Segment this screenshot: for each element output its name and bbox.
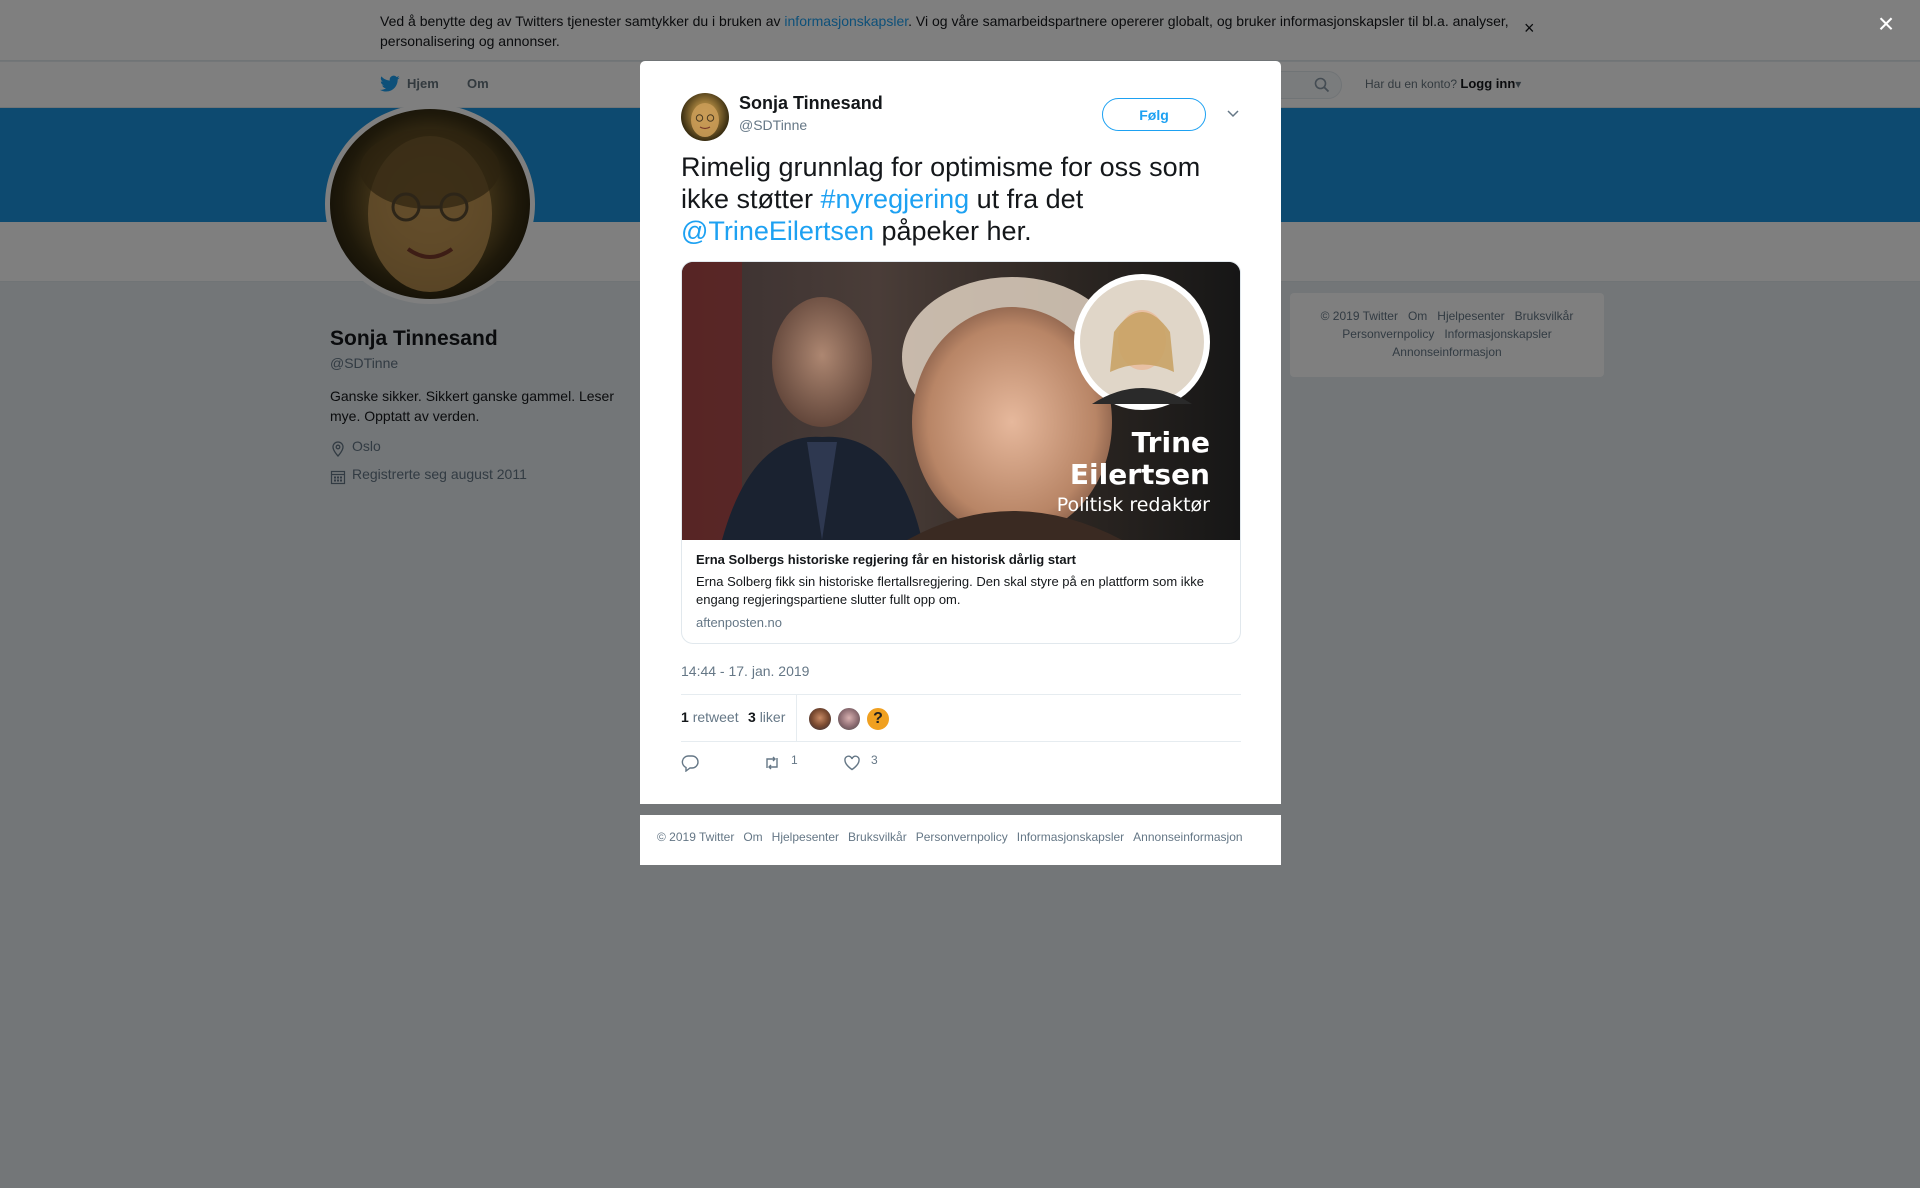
card-image-name-line-1: Trine — [1132, 426, 1210, 459]
retweet-action-count: 1 — [791, 753, 798, 767]
card-image-name-line-2: Eilertsen — [1070, 458, 1210, 491]
card-image-photo: Trine Eilertsen Politisk redaktør — [682, 262, 1240, 540]
footer-link-about[interactable]: Om — [743, 830, 762, 844]
tweet-text: Rimelig grunnlag for optimisme for oss s… — [681, 151, 1241, 247]
footer-link-help[interactable]: Hjelpesenter — [772, 830, 839, 844]
footer-link-ads-info[interactable]: Annonseinformasjon — [1133, 830, 1242, 844]
tweet-timestamp[interactable]: 14:44 - 17. jan. 2019 — [681, 663, 809, 679]
retweet-stat-value: 1 — [681, 709, 689, 725]
card-domain: aftenposten.no — [696, 615, 783, 630]
retweet-stat-label: retweet — [692, 709, 739, 725]
liker-avatar[interactable] — [837, 707, 861, 731]
hashtag-link[interactable]: #nyregjering — [821, 184, 970, 214]
liker-avatar[interactable] — [808, 707, 832, 731]
close-icon[interactable]: × — [1874, 10, 1898, 38]
footer-link-cookies[interactable]: Informasjonskapsler — [1017, 830, 1124, 844]
card-image[interactable]: Trine Eilertsen Politisk redaktør — [682, 262, 1240, 540]
tweet-modal: Sonja Tinnesand @SDTinne Følg Rimelig gr… — [640, 61, 1281, 804]
footer-link-privacy[interactable]: Personvernpolicy — [916, 830, 1008, 844]
reply-icon[interactable] — [681, 754, 699, 772]
tweet-stats: 1 retweet 3 liker ? — [681, 694, 1241, 742]
author-handle[interactable]: @SDTinne — [739, 117, 807, 133]
retweet-icon[interactable] — [763, 754, 781, 772]
like-stat-value: 3 — [748, 709, 756, 725]
card-title[interactable]: Erna Solbergs historiske regjering får e… — [696, 552, 1226, 567]
tweet-actions: 1 3 — [681, 751, 1241, 779]
link-card[interactable]: Trine Eilertsen Politisk redaktør Erna S… — [681, 261, 1241, 644]
author-avatar[interactable] — [681, 93, 729, 141]
footer-link-terms[interactable]: Bruksvilkår — [848, 830, 907, 844]
chevron-down-icon[interactable] — [1225, 105, 1241, 121]
like-action-count: 3 — [871, 753, 878, 767]
footer-copyright: © 2019 Twitter — [657, 830, 735, 844]
tweet-text-part-3: påpeker her. — [873, 216, 1032, 246]
like-stat-label: liker — [759, 709, 786, 725]
card-image-role: Politisk redaktør — [1057, 494, 1210, 516]
heart-icon[interactable] — [843, 754, 861, 772]
card-description: Erna Solberg fikk sin historiske flertal… — [696, 574, 1204, 607]
stats-divider — [796, 695, 797, 741]
tweet-text-part-2: ut fra det — [969, 184, 1084, 214]
author-avatar-photo — [691, 103, 719, 137]
follow-button[interactable]: Følg — [1102, 98, 1206, 131]
modal-footer: © 2019 Twitter Om Hjelpesenter Bruksvilkår P… — [640, 815, 1281, 865]
liker-avatar[interactable]: ? — [866, 707, 890, 731]
author-name[interactable]: Sonja Tinnesand — [739, 93, 883, 114]
mention-link[interactable]: @TrineEilertsen — [681, 216, 874, 246]
like-stat[interactable]: 3 liker — [748, 709, 785, 725]
retweet-stat[interactable]: 1 retweet — [681, 709, 739, 725]
